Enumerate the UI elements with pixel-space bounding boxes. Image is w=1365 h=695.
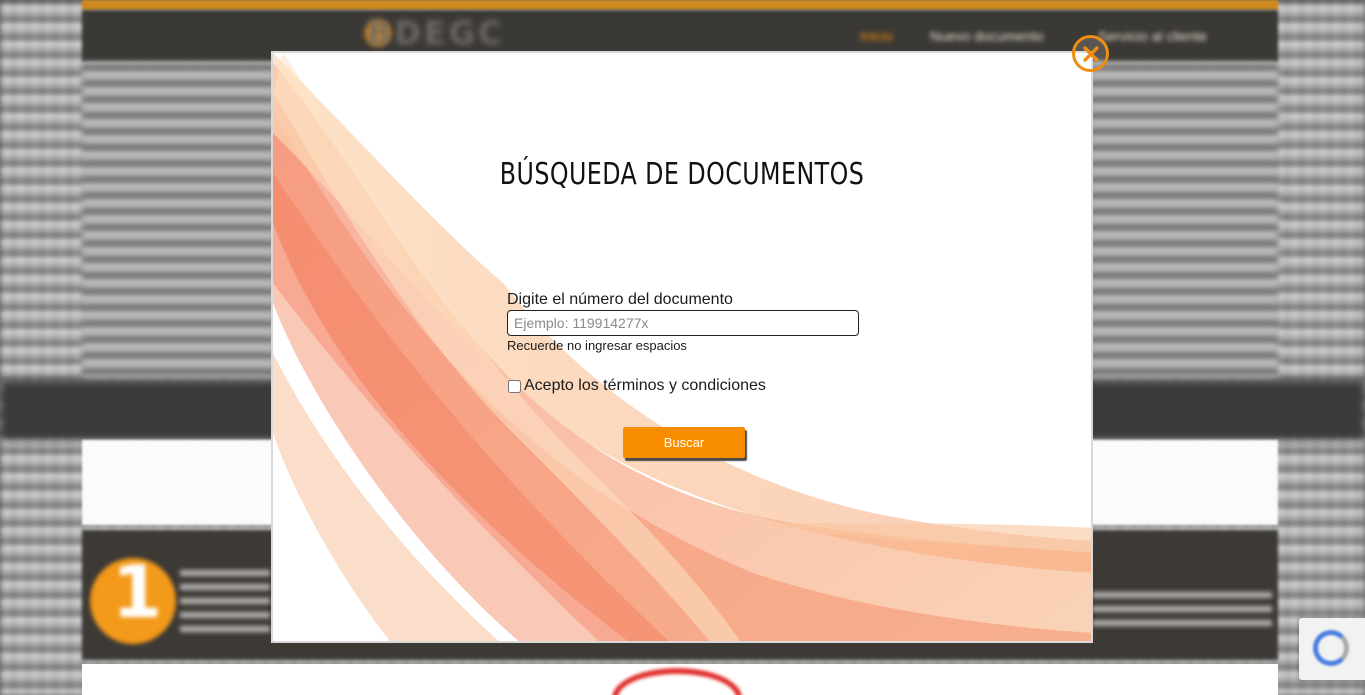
background-step-number: 1 [112, 550, 163, 634]
modal-title: BÚSQUEDA DE DOCUMENTOS [499, 157, 865, 192]
background-top-bar [82, 0, 1278, 10]
background-logo: BDEGC [367, 14, 505, 52]
recaptcha-badge[interactable] [1299, 618, 1365, 680]
background-nav-new-document: Nuevo documento [930, 28, 1044, 44]
document-number-label: Digite el número del documento [507, 291, 733, 308]
close-modal-button[interactable] [1072, 35, 1109, 72]
terms-row: Acepto los términos y condiciones [508, 377, 766, 395]
background-step-text [180, 562, 270, 632]
background-nav-support: Servicio al cliente [1098, 28, 1207, 44]
terms-checkbox[interactable] [508, 379, 521, 393]
document-number-input[interactable] [507, 310, 859, 336]
recaptcha-icon [1313, 630, 1349, 666]
background-step-text-right [1092, 592, 1272, 626]
terms-label[interactable]: Acepto los términos y condiciones [524, 377, 766, 395]
background-nav-home: Inicio [860, 28, 893, 44]
modal-content: BÚSQUEDA DE DOCUMENTOS Digite el número … [273, 53, 1091, 641]
search-modal: BÚSQUEDA DE DOCUMENTOS Digite el número … [271, 51, 1093, 643]
close-icon [1082, 45, 1099, 62]
search-button[interactable]: Buscar [623, 427, 745, 458]
no-spaces-hint: Recuerde no ingresar espacios [507, 338, 687, 353]
